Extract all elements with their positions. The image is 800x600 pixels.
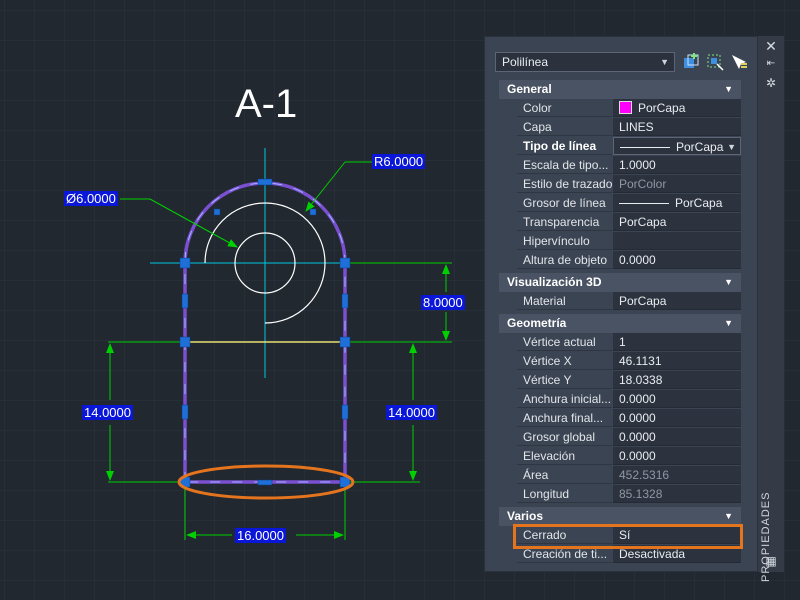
prop-value: 85.1328 — [613, 485, 741, 503]
prop-value[interactable]: 0.0000 — [613, 428, 741, 446]
bottom-dimension[interactable]: 16.0000 — [235, 528, 286, 543]
prop-value[interactable] — [613, 232, 741, 250]
auto-hide-icon[interactable]: ⇤ — [758, 58, 784, 69]
prop-label: Capa — [517, 118, 612, 136]
prop-elevation[interactable]: Elevación 0.0000 — [499, 447, 741, 466]
radius-dimension[interactable]: R6.0000 — [372, 154, 426, 169]
prop-lineweight[interactable]: Grosor de línea PorCapa — [499, 194, 741, 213]
prop-value[interactable]: PorCapa — [613, 99, 741, 117]
prop-transparency[interactable]: Transparencia PorCapa — [499, 213, 741, 232]
section-misc-label: Varios — [507, 509, 544, 523]
section-3d-label: Visualización 3D — [507, 275, 602, 289]
quick-select-icon[interactable] — [682, 53, 700, 71]
left-dimension[interactable]: 14.0000 — [82, 405, 133, 420]
drawing-title: A-1 — [235, 82, 298, 126]
prop-label: Elevación — [517, 447, 612, 465]
prop-label: Tipo de línea — [517, 137, 612, 155]
prop-value[interactable]: PorCapa — [613, 194, 741, 212]
prop-value[interactable]: 46.1131 — [613, 352, 741, 370]
prop-value[interactable]: PorColor — [613, 175, 741, 193]
palette-icon[interactable]: ▦ — [758, 554, 784, 568]
prop-label: Color — [517, 99, 612, 117]
lineweight-value: PorCapa — [675, 196, 723, 210]
prop-label: Anchura inicial... — [517, 390, 612, 408]
object-type-value: Polilínea — [502, 55, 549, 69]
prop-value[interactable]: 1 — [613, 333, 741, 351]
prop-vertex-x[interactable]: Vértice X 46.1131 — [499, 352, 741, 371]
prop-value: 452.5316 — [613, 466, 741, 484]
prop-global-width[interactable]: Grosor global 0.0000 — [499, 428, 741, 447]
prop-vertex-y[interactable]: Vértice Y 18.0338 — [499, 371, 741, 390]
section-geometry[interactable]: Geometría ▼ — [499, 314, 741, 333]
prop-end-width[interactable]: Anchura final... 0.0000 — [499, 409, 741, 428]
diameter-dimension[interactable]: Ø6.0000 — [64, 191, 118, 206]
prop-plot-style[interactable]: Estilo de trazado PorColor — [499, 175, 741, 194]
chevron-down-icon: ▼ — [727, 142, 736, 152]
chevron-down-icon: ▼ — [660, 57, 669, 67]
prop-label: Vértice actual — [517, 333, 612, 351]
prop-label: Altura de objeto — [517, 251, 612, 269]
prop-length[interactable]: Longitud 85.1328 — [499, 485, 741, 504]
prop-label: Transparencia — [517, 213, 612, 231]
prop-label: Área — [517, 466, 612, 484]
properties-grid: General ▼ Color PorCapa Capa LINES Tipo de … — [499, 77, 741, 564]
prop-layer[interactable]: Capa LINES — [499, 118, 741, 137]
prop-label: Vértice Y — [517, 371, 612, 389]
prop-label: Grosor global — [517, 428, 612, 446]
prop-value[interactable]: 0.0000 — [613, 390, 741, 408]
prop-value[interactable]: 1.0000 — [613, 156, 741, 174]
section-general-label: General — [507, 82, 552, 96]
palette-titlebar: ✕ ⇤ ✲ PROPIEDADES ▦ — [758, 36, 784, 582]
object-type-dropdown[interactable]: Polilínea ▼ — [495, 52, 675, 72]
prop-thickness[interactable]: Altura de objeto 0.0000 — [499, 251, 741, 270]
line-glyph — [619, 203, 669, 204]
prop-label: Hipervínculo — [517, 232, 612, 250]
closed-row-highlight — [513, 524, 743, 549]
section-geometry-label: Geometría — [507, 316, 567, 330]
toggle-pickadd-icon[interactable] — [730, 53, 748, 71]
prop-label: Grosor de línea — [517, 194, 612, 212]
properties-palette: Polilínea ▼ General ▼ Color PorCapa Capa LI… — [484, 36, 758, 572]
prop-value[interactable]: 0.0000 — [613, 409, 741, 427]
prop-area[interactable]: Área 452.5316 — [499, 466, 741, 485]
prop-label: Estilo de trazado — [517, 175, 612, 193]
color-swatch — [619, 101, 632, 114]
close-icon[interactable]: ✕ — [758, 38, 784, 55]
chevron-down-icon: ▼ — [724, 318, 733, 328]
line-glyph — [620, 147, 670, 148]
prop-label: Material — [517, 292, 612, 310]
prop-value[interactable]: 18.0338 — [613, 371, 741, 389]
prop-current-vertex[interactable]: Vértice actual 1 — [499, 333, 741, 352]
prop-label: Escala de tipo... — [517, 156, 612, 174]
settings-icon[interactable]: ✲ — [758, 76, 784, 90]
chevron-down-icon: ▼ — [724, 277, 733, 287]
linetype-value: PorCapa — [676, 140, 724, 154]
prop-label: Anchura final... — [517, 409, 612, 427]
color-value: PorCapa — [638, 101, 686, 115]
prop-value[interactable]: LINES — [613, 118, 741, 136]
vertical-dimension-top[interactable]: 8.0000 — [421, 295, 465, 310]
prop-label: Longitud — [517, 485, 612, 503]
prop-color[interactable]: Color PorCapa — [499, 99, 741, 118]
linetype-dropdown[interactable]: PorCapa ▼ — [613, 137, 741, 155]
chevron-down-icon: ▼ — [724, 84, 733, 94]
right-dimension[interactable]: 14.0000 — [386, 405, 437, 420]
section-3d-visualization[interactable]: Visualización 3D ▼ — [499, 273, 741, 292]
prop-hyperlink[interactable]: Hipervínculo — [499, 232, 741, 251]
prop-material[interactable]: Material PorCapa — [499, 292, 741, 311]
prop-label: Vértice X — [517, 352, 612, 370]
prop-value[interactable]: 0.0000 — [613, 447, 741, 465]
prop-linetype[interactable]: Tipo de línea PorCapa ▼ — [499, 137, 741, 156]
select-objects-icon[interactable] — [706, 53, 724, 71]
prop-linetype-scale[interactable]: Escala de tipo... 1.0000 — [499, 156, 741, 175]
prop-start-width[interactable]: Anchura inicial... 0.0000 — [499, 390, 741, 409]
section-general[interactable]: General ▼ — [499, 80, 741, 99]
prop-value[interactable]: PorCapa — [613, 292, 741, 310]
prop-value[interactable]: PorCapa — [613, 213, 741, 231]
prop-value[interactable]: 0.0000 — [613, 251, 741, 269]
